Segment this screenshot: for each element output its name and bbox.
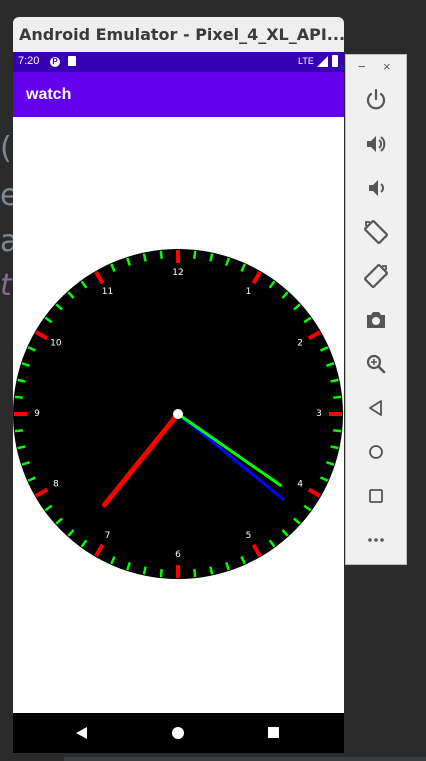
center-pin	[173, 409, 183, 419]
hour-numeral: 5	[246, 531, 252, 541]
more-button[interactable]	[360, 524, 392, 556]
app-content: 12 1 2 3 4 5 6 7 8 9 10 11	[13, 117, 344, 713]
power-icon	[366, 88, 386, 110]
minute-tick	[17, 378, 26, 383]
volume-down-icon	[369, 180, 384, 196]
minute-tick	[14, 395, 23, 399]
camera-icon	[367, 312, 385, 328]
back-icon	[369, 400, 382, 416]
emulator-window: Android Emulator - Pixel_4_XL_API... 7:2…	[13, 17, 344, 753]
navigation-bar	[13, 713, 344, 753]
overview-button[interactable]	[360, 480, 392, 512]
zoom-button[interactable]	[360, 348, 392, 380]
battery-icon	[332, 55, 338, 67]
minute-tick	[159, 250, 163, 259]
nav-back-icon[interactable]	[76, 727, 87, 739]
minute-tick	[209, 566, 214, 575]
close-button[interactable]: ×	[383, 59, 391, 74]
notification-icon: P	[50, 57, 60, 67]
home-icon	[369, 445, 383, 459]
zoom-icon	[366, 354, 386, 374]
rotate-right-icon	[364, 264, 388, 288]
status-time: 7:20	[18, 55, 40, 67]
toolbar-window-controls: − ×	[346, 59, 406, 75]
hour-numeral: 7	[105, 531, 111, 541]
app-title: watch	[26, 86, 72, 103]
nav-home-icon[interactable]	[172, 727, 184, 739]
rotate-right-button[interactable]	[360, 260, 392, 292]
minute-tick	[209, 253, 214, 262]
status-bar: 7:20 P LTE	[13, 52, 344, 72]
emulator-title-bar[interactable]: Android Emulator - Pixel_4_XL_API...	[13, 17, 344, 52]
hour-numeral: 4	[297, 480, 303, 490]
minute-tick	[14, 429, 23, 433]
ide-status-strip	[64, 757, 426, 761]
hour-numeral: 11	[102, 287, 113, 297]
minute-tick	[330, 378, 339, 383]
rotate-left-button[interactable]	[360, 216, 392, 248]
home-button[interactable]	[360, 436, 392, 468]
rotate-left-icon	[364, 220, 388, 244]
minute-tick	[193, 250, 197, 259]
minute-tick	[193, 569, 197, 578]
minute-tick	[330, 445, 339, 450]
hour-numeral: 1	[246, 287, 252, 297]
hour-numeral: 2	[297, 339, 303, 349]
volume-up-icon	[367, 136, 386, 152]
hour-numeral: 3	[316, 409, 322, 419]
overview-icon	[369, 489, 383, 503]
hour-numeral: 6	[175, 550, 181, 560]
minute-tick	[17, 445, 26, 450]
back-button[interactable]	[360, 392, 392, 424]
network-type: LTE	[298, 56, 314, 66]
app-bar: watch	[13, 72, 344, 117]
nav-recents-icon[interactable]	[268, 727, 279, 738]
hour-numeral: 10	[50, 339, 62, 349]
sim-card-icon	[68, 56, 76, 66]
hour-numeral: 12	[172, 268, 183, 278]
signal-icon	[317, 56, 328, 67]
minute-tick	[333, 395, 342, 399]
watch-face: 121234567891011	[13, 249, 343, 579]
hour-numeral: 8	[53, 480, 59, 490]
emulator-side-toolbar: − ×	[345, 54, 407, 565]
hour-numeral: 9	[34, 409, 40, 419]
screenshot-button[interactable]	[360, 304, 392, 336]
minute-tick	[142, 253, 147, 262]
minute-tick	[159, 569, 163, 578]
minimize-button[interactable]: −	[358, 59, 366, 74]
volume-down-button[interactable]	[360, 172, 392, 204]
minute-tick	[142, 566, 147, 575]
volume-up-button[interactable]	[360, 128, 392, 160]
minute-tick	[333, 429, 342, 433]
more-icon	[368, 538, 384, 542]
power-button[interactable]	[360, 84, 392, 116]
